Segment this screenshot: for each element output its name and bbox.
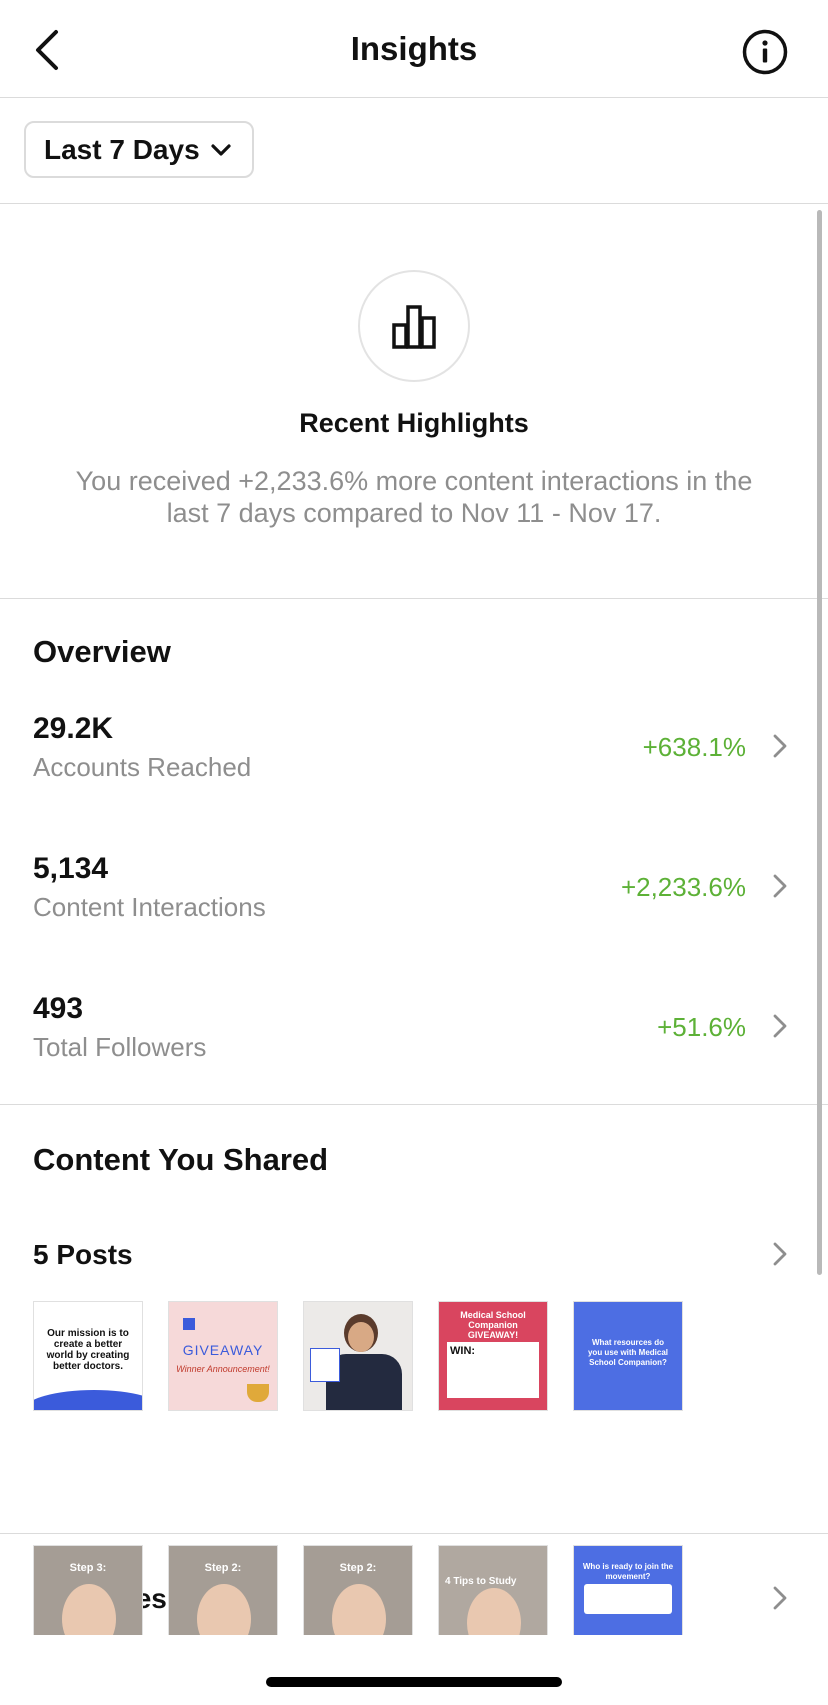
story-thumbnail[interactable]: Step 2: [168, 1545, 278, 1635]
metric-accounts-reached[interactable]: 29.2K Accounts Reached +638.1% [0, 712, 828, 812]
posts-row[interactable]: 5 Posts [0, 1239, 828, 1273]
story-thumbnail-text: Step 2: [204, 1562, 242, 1574]
home-indicator[interactable] [266, 1677, 562, 1687]
metric-label: Content Interactions [33, 892, 266, 922]
divider [0, 1533, 828, 1534]
story-thumbnail-text: 4 Tips to Study [445, 1576, 517, 1587]
stories-thumbnails: Step 3: Step 2: Step 2: 4 Tips to Study … [33, 1545, 683, 1635]
metric-value: 5,134 [33, 852, 109, 885]
story-thumbnail[interactable]: Step 2: [303, 1545, 413, 1635]
post-thumbnail-text: Medical School Companion GIVEAWAY! [460, 1310, 526, 1340]
post-thumbnail-text: Our mission is to create a better world … [46, 1328, 130, 1372]
filter-bar: Last 7 Days [0, 98, 828, 204]
chevron-right-icon [773, 1242, 787, 1266]
overview-section: Overview 29.2K Accounts Reached +638.1% … [0, 600, 828, 1105]
posts-thumbnails: Our mission is to create a better world … [33, 1301, 683, 1411]
post-thumbnail-text: What resources do you use with Medical S… [587, 1338, 668, 1367]
story-thumbnail[interactable]: Who is ready to join the movement? [573, 1545, 683, 1635]
chevron-down-icon [211, 143, 231, 156]
story-thumbnail-text: Step 2: [339, 1562, 377, 1574]
content-title: Content You Shared [33, 1142, 329, 1177]
story-thumbnail-text: Step 3: [69, 1562, 107, 1574]
post-thumbnail[interactable]: Medical School Companion GIVEAWAY! WIN: [438, 1301, 548, 1411]
post-thumbnail[interactable]: GIVEAWAY Winner Announcement! [168, 1301, 278, 1411]
story-thumbnail[interactable]: Step 3: [33, 1545, 143, 1635]
info-icon[interactable] [742, 29, 788, 75]
chevron-right-icon [773, 1014, 787, 1038]
story-thumbnail[interactable]: 4 Tips to Study [438, 1545, 548, 1635]
post-thumbnail[interactable]: Our mission is to create a better world … [33, 1301, 143, 1411]
metric-total-followers[interactable]: 493 Total Followers +51.6% [0, 992, 828, 1092]
scrollbar[interactable] [817, 210, 822, 1275]
metric-content-interactions[interactable]: 5,134 Content Interactions +2,233.6% [0, 852, 828, 952]
recent-highlights-section: Recent Highlights You received +2,233.6%… [0, 205, 828, 599]
post-thumbnail[interactable]: What resources do you use with Medical S… [573, 1301, 683, 1411]
metric-change: +51.6% [657, 1012, 746, 1042]
metric-label: Total Followers [33, 1032, 207, 1062]
nav-header: Insights [0, 0, 828, 98]
post-thumbnail-text: GIVEAWAY [182, 1342, 264, 1358]
highlights-text: You received +2,233.6% more content inte… [75, 466, 753, 528]
metric-value: 493 [33, 992, 84, 1025]
highlights-title: Recent Highlights [299, 408, 529, 438]
page-title: Insights [350, 30, 478, 67]
metric-label: Accounts Reached [33, 752, 252, 782]
metric-change: +638.1% [642, 732, 746, 762]
chevron-right-icon [773, 1586, 787, 1610]
overview-title: Overview [33, 634, 171, 669]
date-range-label: Last 7 Days [44, 133, 200, 165]
story-thumbnail-text: Who is ready to join the movement? [582, 1562, 674, 1581]
metric-value: 29.2K [33, 712, 114, 745]
post-thumbnail-photo[interactable] [303, 1301, 413, 1411]
bar-chart-icon [358, 270, 470, 382]
posts-count-label: 5 Posts [33, 1239, 133, 1270]
post-thumbnail-subtext: Winner Announcement! [176, 1364, 270, 1374]
metric-change: +2,233.6% [620, 872, 746, 902]
post-thumbnail-subtext: WIN: [447, 1342, 539, 1398]
chevron-right-icon [773, 874, 787, 898]
chevron-right-icon [773, 734, 787, 758]
insights-scroll-area[interactable]: Recent Highlights You received +2,233.6%… [0, 205, 828, 1635]
date-range-dropdown[interactable]: Last 7 Days [24, 121, 254, 178]
